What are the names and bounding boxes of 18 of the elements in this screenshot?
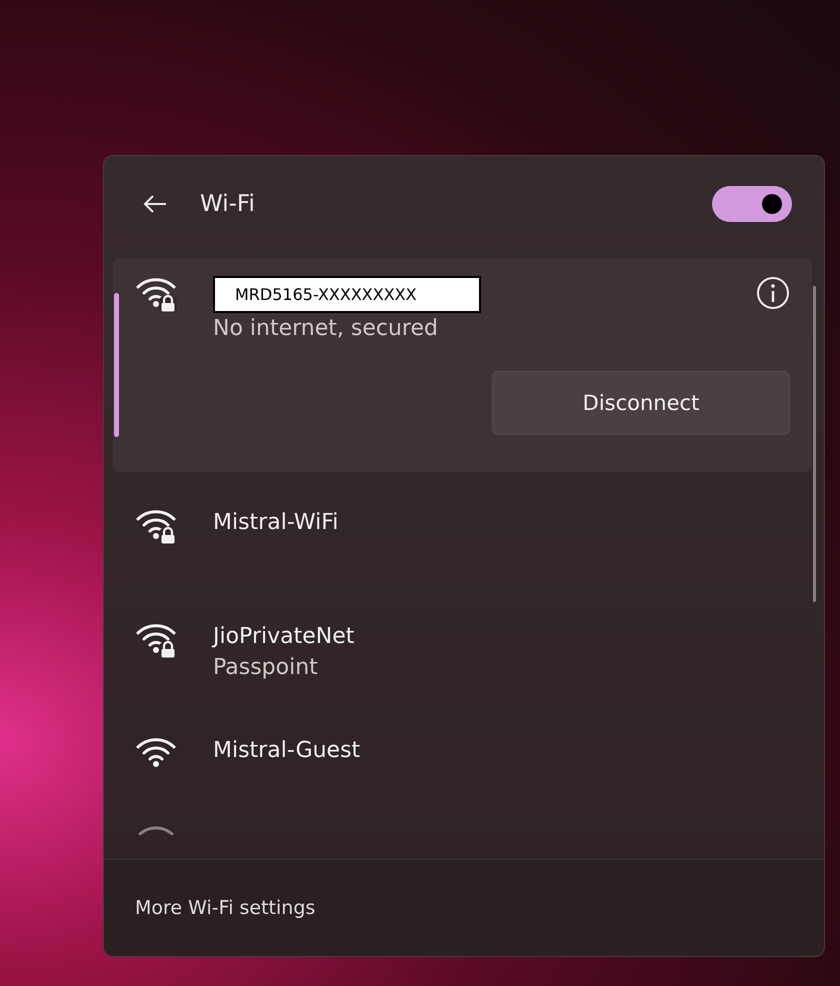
- panel-title: Wi-Fi: [200, 191, 256, 217]
- scrollbar[interactable]: [813, 286, 816, 602]
- network-name: Mistral-WiFi: [213, 509, 340, 537]
- network-item[interactable]: Mistral-Guest: [113, 700, 812, 814]
- connected-network-card[interactable]: MRD5165-XXXXXXXXX No internet, secured Disconnect: [113, 258, 812, 472]
- more-settings-link[interactable]: More Wi-Fi settings: [135, 897, 316, 919]
- network-name: Mistral-Guest: [213, 737, 362, 765]
- network-name: MRD5165-XXXXXXXXX: [213, 276, 481, 313]
- wifi-toggle[interactable]: [712, 186, 792, 222]
- network-item[interactable]: JioPrivateNet Passpoint: [113, 586, 812, 700]
- info-icon: [756, 276, 790, 310]
- network-status: No internet, secured: [213, 315, 439, 343]
- disconnect-button[interactable]: Disconnect: [492, 371, 790, 435]
- back-arrow-icon: [142, 194, 168, 214]
- network-status: Passpoint: [213, 654, 319, 682]
- network-name: JioPrivateNet: [213, 623, 356, 651]
- info-button[interactable]: [756, 276, 790, 310]
- network-item[interactable]: Mistral-WiFi: [113, 472, 812, 586]
